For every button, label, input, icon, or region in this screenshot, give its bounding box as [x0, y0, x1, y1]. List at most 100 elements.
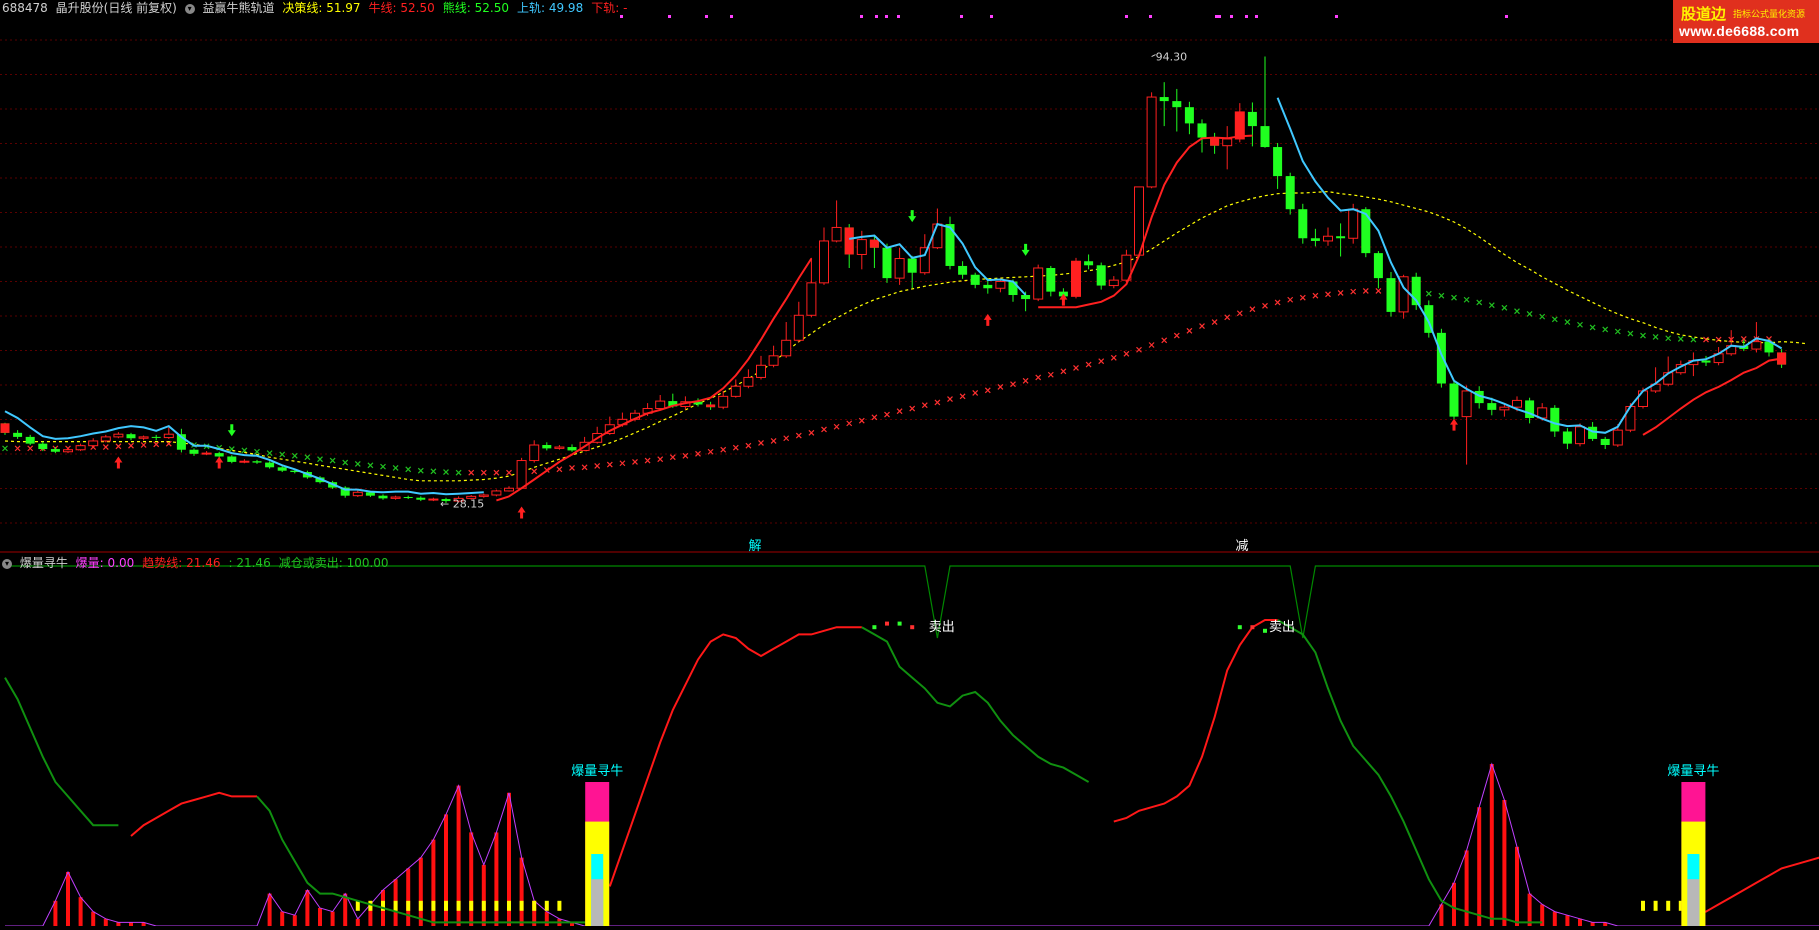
candle-body — [100, 436, 111, 442]
price-low-label: ← 28.15 — [440, 497, 484, 510]
candle-body — [730, 385, 741, 397]
sub-indicator-toggle-icon[interactable]: ▾ — [2, 558, 12, 569]
bear-line-marker — [468, 469, 475, 476]
bear-line-marker — [1173, 332, 1180, 339]
peak-dot — [885, 621, 889, 626]
candle — [100, 434, 111, 443]
candle-body — [1247, 111, 1257, 127]
candle — [1562, 428, 1572, 450]
bear-line-marker — [1665, 335, 1672, 342]
bear-line-marker — [758, 440, 764, 446]
candle — [1273, 142, 1283, 189]
main-header: 688478 晶升股份(日线 前复权) ▾ 益赢牛熊轨道 决策线: 51.97 牛… — [2, 0, 639, 16]
sub-legend-item-value: 0.00 — [103, 556, 135, 570]
main-legend-item-value: 52.50 — [396, 1, 435, 15]
bear-line-marker — [1060, 368, 1067, 375]
sell-arrow-icon — [908, 210, 917, 223]
peak-dot — [897, 621, 902, 626]
candle-body — [1084, 261, 1094, 266]
bear-line-marker — [947, 396, 953, 402]
sub-legend-item-label: 爆量: — [75, 556, 104, 570]
bear-line-marker — [1589, 324, 1596, 331]
bear-line-marker — [493, 469, 500, 476]
volume-bar — [1502, 800, 1507, 926]
candle-body — [567, 447, 577, 451]
yellow-signal-bar — [431, 900, 436, 911]
candle — [945, 216, 955, 270]
bear-line-marker — [1325, 291, 1331, 298]
candle — [542, 442, 552, 451]
candle — [403, 495, 413, 500]
candle — [756, 355, 766, 380]
sub-legend-item-label: 趋势线: — [142, 556, 183, 570]
candle-body — [214, 453, 224, 457]
candle-body — [478, 494, 489, 497]
stock-name: 晶升股份(日线 前复权) — [55, 1, 177, 15]
candle-body — [1588, 426, 1598, 439]
candle-body — [768, 355, 779, 366]
candle-body — [38, 443, 48, 450]
candle-body — [1046, 267, 1056, 292]
bear-line-marker — [1287, 296, 1294, 303]
candle-body — [1323, 235, 1333, 242]
bear-line-marker — [417, 467, 424, 474]
candle — [1033, 264, 1044, 302]
candle-body — [126, 434, 136, 439]
signal-dot — [897, 15, 900, 18]
yellow-signal-bar — [1641, 900, 1645, 911]
bear-line-marker — [1312, 292, 1319, 299]
bear-line-marker — [1602, 326, 1609, 333]
bear-line-marker — [1236, 310, 1243, 317]
bear-line-marker — [884, 411, 890, 418]
price-high-label: 94.30 — [1156, 51, 1188, 64]
bear-line-marker — [128, 442, 134, 449]
bear-line-marker — [1350, 288, 1357, 295]
sub-legend-item-value: 21.46 — [232, 556, 271, 570]
main-legend-item-1: 牛线: 52.50 — [369, 1, 439, 15]
bear-line-marker — [732, 444, 739, 451]
candle — [38, 441, 48, 452]
signal-dot — [1230, 15, 1233, 18]
candle-body — [516, 460, 527, 489]
yellow-signal-bar — [519, 900, 524, 911]
signal-dot — [960, 15, 963, 18]
main-legend-item-value: 51.97 — [322, 1, 361, 15]
yellow-signal-bar — [557, 900, 562, 911]
sell-arrow-icon — [1021, 243, 1030, 256]
bear-line-marker — [1539, 313, 1546, 320]
peak-dot — [1237, 625, 1242, 630]
candle — [1096, 262, 1106, 290]
bear-line-marker — [858, 417, 865, 424]
candle — [75, 443, 86, 452]
indicator-toggle-icon[interactable]: ▾ — [184, 3, 195, 14]
signal-dot — [1245, 15, 1248, 18]
signal-dot — [885, 15, 888, 18]
sub-legend-item-2: : 21.46 — [228, 556, 274, 570]
bear-line-marker — [1438, 292, 1445, 299]
candle-body — [919, 247, 930, 274]
bear-line-marker — [380, 463, 386, 470]
candle-body — [529, 444, 540, 462]
bear-line-marker — [443, 469, 449, 475]
sub-legend-item-value: 100.00 — [342, 556, 389, 570]
sub-legend-item-label: : — [228, 556, 233, 570]
candle — [768, 345, 779, 368]
logo-subtitle: 指标公式量化资源 — [1733, 9, 1806, 19]
bear-line-marker — [304, 454, 311, 461]
candle — [1172, 88, 1182, 132]
unlock-label: 解 — [748, 539, 761, 554]
bear-line-marker — [1362, 288, 1369, 294]
bear-line-marker — [909, 405, 916, 412]
volume-bar — [66, 872, 70, 926]
yellow-signal-bar — [456, 900, 461, 911]
volume-bar — [1477, 807, 1482, 926]
bear-line-marker — [1715, 336, 1722, 343]
candle-body — [1285, 176, 1295, 210]
main-legend-item-value: - — [619, 1, 628, 15]
volume-bar — [103, 918, 108, 926]
candle-body — [1096, 265, 1106, 286]
candle — [1726, 330, 1737, 356]
candle-body — [793, 314, 804, 341]
candle — [1336, 223, 1346, 257]
reduce-label: 减 — [1235, 539, 1248, 554]
